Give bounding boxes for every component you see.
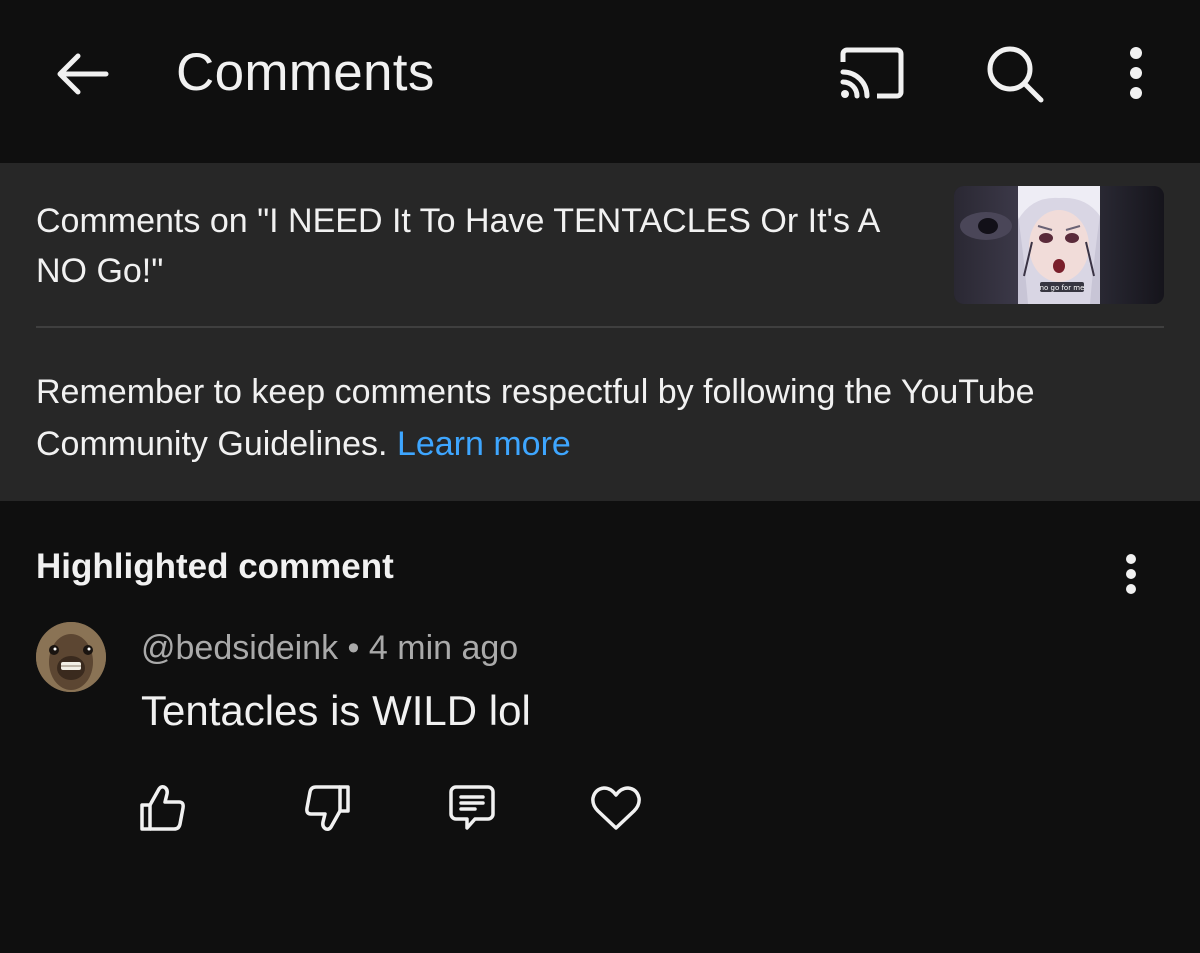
heart-icon (591, 786, 641, 830)
cast-button[interactable] (834, 38, 910, 108)
comment-options-button[interactable] (1104, 544, 1158, 604)
learn-more-link[interactable]: Learn more (397, 425, 571, 463)
video-thumbnail[interactable]: no go for me (954, 186, 1164, 304)
comment-meta: @bedsideink • 4 min ago (141, 624, 518, 672)
dislike-button[interactable] (298, 778, 358, 838)
dislike-icon (305, 785, 350, 831)
cast-icon (840, 47, 904, 99)
commenter-avatar[interactable] (36, 622, 106, 692)
like-icon (140, 785, 185, 831)
meta-separator: • (347, 629, 360, 667)
comment-author[interactable]: @bedsideink (141, 629, 338, 667)
comment-text: Tentacles is WILD lol (141, 687, 531, 734)
thumbnail-image: no go for me (954, 186, 1164, 304)
video-comments-title: Comments on "I NEED It To Have TENTACLES… (36, 202, 879, 290)
arrow-left-icon (57, 53, 109, 95)
heart-button[interactable] (586, 778, 646, 838)
reply-icon (449, 785, 495, 830)
search-icon (987, 46, 1044, 103)
page-title: Comments (176, 43, 435, 102)
top-app-bar: Comments (0, 0, 1200, 163)
back-button[interactable] (46, 44, 116, 104)
thumbnail-caption: no go for me (1040, 284, 1085, 292)
like-button[interactable] (132, 778, 192, 838)
more-options-button[interactable] (1098, 38, 1174, 108)
reply-button[interactable] (442, 778, 502, 838)
search-button[interactable] (976, 38, 1052, 108)
panel-divider (36, 326, 1164, 328)
avatar-image (36, 622, 106, 692)
more-vertical-icon (1126, 554, 1136, 594)
comment-time: 4 min ago (368, 629, 519, 667)
community-guidelines-notice: Remember to keep comments respectful by … (36, 366, 1176, 470)
more-vertical-icon (1130, 47, 1142, 99)
highlighted-comment-heading: Highlighted comment (36, 547, 394, 586)
